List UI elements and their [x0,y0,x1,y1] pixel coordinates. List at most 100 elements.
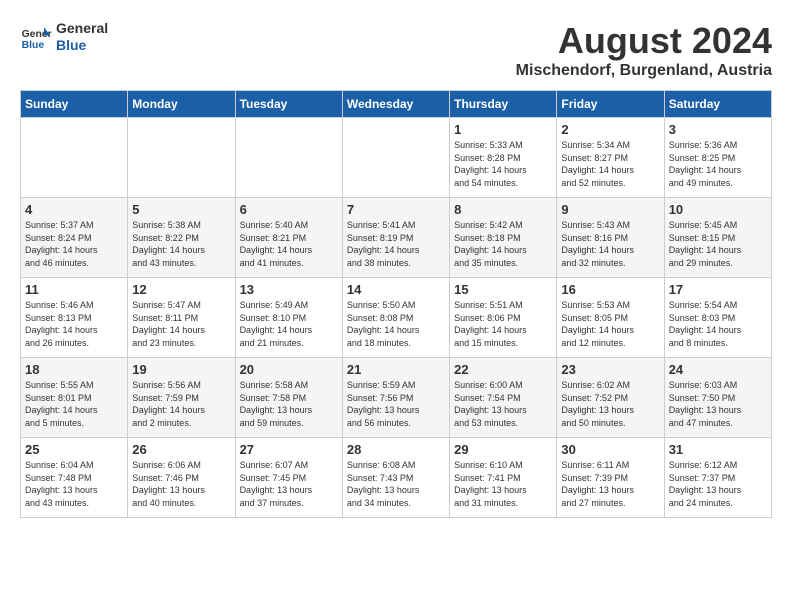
day-number: 2 [561,122,659,137]
cell-content: Sunrise: 5:33 AM Sunset: 8:28 PM Dayligh… [454,139,552,189]
day-number: 12 [132,282,230,297]
weekday-header-friday: Friday [557,91,664,118]
calendar-cell: 14Sunrise: 5:50 AM Sunset: 8:08 PM Dayli… [342,278,449,358]
cell-content: Sunrise: 5:36 AM Sunset: 8:25 PM Dayligh… [669,139,767,189]
cell-content: Sunrise: 5:56 AM Sunset: 7:59 PM Dayligh… [132,379,230,429]
cell-content: Sunrise: 5:59 AM Sunset: 7:56 PM Dayligh… [347,379,445,429]
calendar-table: SundayMondayTuesdayWednesdayThursdayFrid… [20,90,772,518]
cell-content: Sunrise: 5:40 AM Sunset: 8:21 PM Dayligh… [240,219,338,269]
calendar-cell: 1 Sunrise: 5:33 AM Sunset: 8:28 PM Daylig… [450,118,557,198]
calendar-week-row: 18 Sunrise: 5:55 AM Sunset: 8:01 PM Dayli… [21,358,772,438]
day-number: 11 [25,282,123,297]
calendar-cell: 9Sunrise: 5:43 AM Sunset: 8:16 PM Daylig… [557,198,664,278]
weekday-header-sunday: Sunday [21,91,128,118]
calendar-week-row: 4 Sunrise: 5:37 AM Sunset: 8:24 PM Daylig… [21,198,772,278]
weekday-header-wednesday: Wednesday [342,91,449,118]
logo: General Blue General Blue [20,20,108,54]
cell-content: Sunrise: 5:42 AM Sunset: 8:18 PM Dayligh… [454,219,552,269]
cell-content: Sunrise: 5:49 AM Sunset: 8:10 PM Dayligh… [240,299,338,349]
cell-content: Sunrise: 5:45 AM Sunset: 8:15 PM Dayligh… [669,219,767,269]
cell-content: Sunrise: 6:10 AM Sunset: 7:41 PM Dayligh… [454,459,552,509]
calendar-cell: 8 Sunrise: 5:42 AM Sunset: 8:18 PM Daylig… [450,198,557,278]
day-number: 23 [561,362,659,377]
calendar-cell: 28Sunrise: 6:08 AM Sunset: 7:43 PM Dayli… [342,438,449,518]
cell-content: Sunrise: 6:06 AM Sunset: 7:46 PM Dayligh… [132,459,230,509]
month-year-title: August 2024 [516,20,772,62]
cell-content: Sunrise: 5:38 AM Sunset: 8:22 PM Dayligh… [132,219,230,269]
calendar-cell: 10 Sunrise: 5:45 AM Sunset: 8:15 PM Dayli… [664,198,771,278]
calendar-cell: 25Sunrise: 6:04 AM Sunset: 7:48 PM Dayli… [21,438,128,518]
day-number: 18 [25,362,123,377]
calendar-week-row: 1 Sunrise: 5:33 AM Sunset: 8:28 PM Daylig… [21,118,772,198]
calendar-cell: 23Sunrise: 6:02 AM Sunset: 7:52 PM Dayli… [557,358,664,438]
location-subtitle: Mischendorf, Burgenland, Austria [516,62,772,80]
day-number: 17 [669,282,767,297]
cell-content: Sunrise: 5:46 AM Sunset: 8:13 PM Dayligh… [25,299,123,349]
calendar-cell: 20Sunrise: 5:58 AM Sunset: 7:58 PM Dayli… [235,358,342,438]
day-number: 29 [454,442,552,457]
calendar-cell [128,118,235,198]
logo-text-blue: Blue [56,37,108,54]
calendar-cell: 2 Sunrise: 5:34 AM Sunset: 8:27 PM Daylig… [557,118,664,198]
cell-content: Sunrise: 5:51 AM Sunset: 8:06 PM Dayligh… [454,299,552,349]
calendar-cell: 24Sunrise: 6:03 AM Sunset: 7:50 PM Dayli… [664,358,771,438]
day-number: 24 [669,362,767,377]
calendar-cell: 4 Sunrise: 5:37 AM Sunset: 8:24 PM Daylig… [21,198,128,278]
calendar-cell: 12 Sunrise: 5:47 AM Sunset: 8:11 PM Dayli… [128,278,235,358]
calendar-week-row: 11 Sunrise: 5:46 AM Sunset: 8:13 PM Dayli… [21,278,772,358]
weekday-header-thursday: Thursday [450,91,557,118]
day-number: 7 [347,202,445,217]
cell-content: Sunrise: 5:53 AM Sunset: 8:05 PM Dayligh… [561,299,659,349]
cell-content: Sunrise: 5:55 AM Sunset: 8:01 PM Dayligh… [25,379,123,429]
weekday-header-row: SundayMondayTuesdayWednesdayThursdayFrid… [21,91,772,118]
day-number: 10 [669,202,767,217]
calendar-cell [21,118,128,198]
day-number: 26 [132,442,230,457]
day-number: 19 [132,362,230,377]
logo-icon: General Blue [20,21,52,53]
calendar-cell: 29 Sunrise: 6:10 AM Sunset: 7:41 PM Dayli… [450,438,557,518]
calendar-cell: 13 Sunrise: 5:49 AM Sunset: 8:10 PM Dayli… [235,278,342,358]
cell-content: Sunrise: 6:11 AM Sunset: 7:39 PM Dayligh… [561,459,659,509]
day-number: 15 [454,282,552,297]
cell-content: Sunrise: 5:41 AM Sunset: 8:19 PM Dayligh… [347,219,445,269]
cell-content: Sunrise: 5:34 AM Sunset: 8:27 PM Dayligh… [561,139,659,189]
calendar-cell: 26 Sunrise: 6:06 AM Sunset: 7:46 PM Dayli… [128,438,235,518]
cell-content: Sunrise: 6:00 AM Sunset: 7:54 PM Dayligh… [454,379,552,429]
cell-content: Sunrise: 5:37 AM Sunset: 8:24 PM Dayligh… [25,219,123,269]
day-number: 13 [240,282,338,297]
day-number: 8 [454,202,552,217]
cell-content: Sunrise: 5:50 AM Sunset: 8:08 PM Dayligh… [347,299,445,349]
cell-content: Sunrise: 5:54 AM Sunset: 8:03 PM Dayligh… [669,299,767,349]
day-number: 3 [669,122,767,137]
cell-content: Sunrise: 6:12 AM Sunset: 7:37 PM Dayligh… [669,459,767,509]
cell-content: Sunrise: 6:04 AM Sunset: 7:48 PM Dayligh… [25,459,123,509]
calendar-cell: 18 Sunrise: 5:55 AM Sunset: 8:01 PM Dayli… [21,358,128,438]
calendar-cell: 21Sunrise: 5:59 AM Sunset: 7:56 PM Dayli… [342,358,449,438]
day-number: 31 [669,442,767,457]
cell-content: Sunrise: 6:08 AM Sunset: 7:43 PM Dayligh… [347,459,445,509]
day-number: 9 [561,202,659,217]
calendar-cell: 16 Sunrise: 5:53 AM Sunset: 8:05 PM Dayli… [557,278,664,358]
day-number: 22 [454,362,552,377]
day-number: 16 [561,282,659,297]
weekday-header-tuesday: Tuesday [235,91,342,118]
weekday-header-saturday: Saturday [664,91,771,118]
cell-content: Sunrise: 6:07 AM Sunset: 7:45 PM Dayligh… [240,459,338,509]
calendar-cell: 30Sunrise: 6:11 AM Sunset: 7:39 PM Dayli… [557,438,664,518]
calendar-cell: 11 Sunrise: 5:46 AM Sunset: 8:13 PM Dayli… [21,278,128,358]
day-number: 6 [240,202,338,217]
logo-text-general: General [56,20,108,37]
calendar-cell [342,118,449,198]
calendar-cell: 3 Sunrise: 5:36 AM Sunset: 8:25 PM Daylig… [664,118,771,198]
day-number: 1 [454,122,552,137]
svg-text:Blue: Blue [22,40,45,51]
calendar-cell: 15 Sunrise: 5:51 AM Sunset: 8:06 PM Dayli… [450,278,557,358]
day-number: 5 [132,202,230,217]
day-number: 4 [25,202,123,217]
calendar-cell [235,118,342,198]
cell-content: Sunrise: 5:47 AM Sunset: 8:11 PM Dayligh… [132,299,230,349]
calendar-cell: 22 Sunrise: 6:00 AM Sunset: 7:54 PM Dayli… [450,358,557,438]
calendar-week-row: 25Sunrise: 6:04 AM Sunset: 7:48 PM Dayli… [21,438,772,518]
title-area: August 2024 Mischendorf, Burgenland, Aus… [516,20,772,80]
